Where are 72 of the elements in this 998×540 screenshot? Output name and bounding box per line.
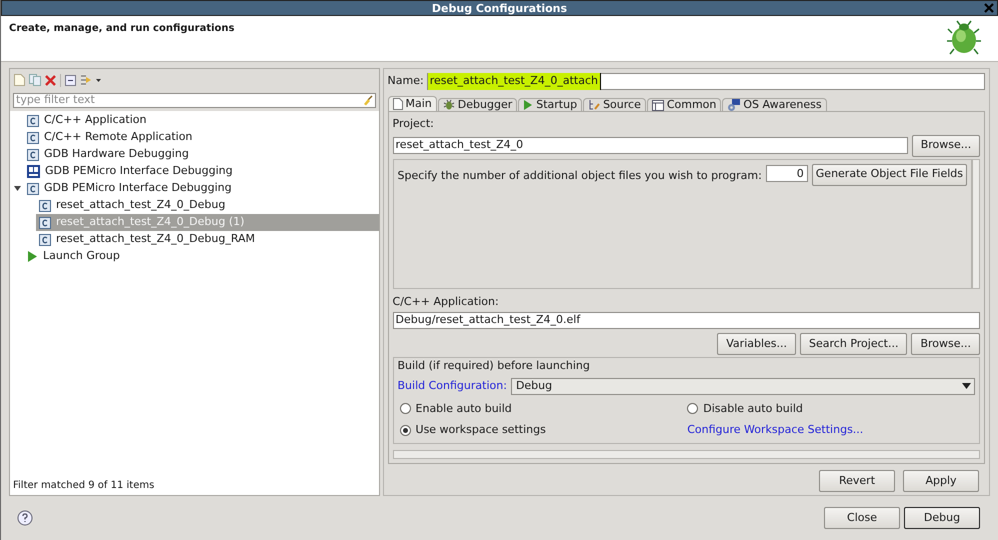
- horizontal-scrollbar[interactable]: [392, 450, 980, 458]
- radio-button[interactable]: [687, 403, 698, 414]
- dialog-button[interactable]: Close: [824, 507, 900, 529]
- header-title: Create, manage, and run configurations: [8, 22, 234, 36]
- c-file-icon: [27, 182, 39, 194]
- source-tree-icon: [588, 99, 600, 111]
- tree-item[interactable]: Launch Group: [24, 248, 120, 265]
- play-icon: [27, 251, 38, 262]
- window-icon: [652, 100, 664, 110]
- tree-item[interactable]: GDB PEMicro Interface Debugging: [24, 163, 233, 180]
- application-field[interactable]: Debug/reset_attach_test_Z4_0.elf: [392, 312, 980, 329]
- tab[interactable]: Main: [388, 96, 437, 111]
- radio-label: Use workspace settings: [416, 422, 546, 438]
- panel-button[interactable]: Apply: [903, 470, 979, 492]
- project-label: Project:: [392, 116, 435, 132]
- vertical-scrollbar[interactable]: [972, 158, 980, 288]
- panel-button[interactable]: Revert: [819, 470, 895, 492]
- document-icon: [392, 98, 403, 110]
- application-button[interactable]: Browse...: [911, 333, 980, 355]
- tab[interactable]: OS Awareness: [722, 98, 827, 111]
- c-file-icon: [27, 132, 39, 144]
- radio-button[interactable]: [400, 403, 411, 414]
- build-config-label: Build Configuration:: [398, 378, 507, 394]
- radio-button[interactable]: [400, 424, 411, 436]
- object-count-field[interactable]: 0: [766, 164, 808, 182]
- dropdown-caret-icon[interactable]: [96, 78, 101, 82]
- tree-item[interactable]: GDB Hardware Debugging: [24, 146, 189, 163]
- application-button[interactable]: Variables...: [717, 333, 796, 355]
- broom-icon[interactable]: [362, 95, 373, 106]
- filter-icon[interactable]: [80, 74, 92, 86]
- expand-arrow-icon[interactable]: [14, 185, 21, 192]
- radio-label: Disable auto build: [703, 400, 803, 416]
- delete-icon[interactable]: [45, 74, 56, 86]
- collapse-icon[interactable]: [65, 74, 76, 86]
- tab[interactable]: Source: [583, 98, 646, 111]
- os-gear-icon: [727, 98, 740, 112]
- tree-item[interactable]: C/C++ Application: [24, 112, 146, 129]
- close-icon[interactable]: [984, 3, 994, 13]
- tab[interactable]: Startup: [518, 98, 582, 111]
- name-label: Name:: [388, 73, 424, 90]
- tree-item[interactable]: reset_attach_test_Z4_0_Debug: [36, 197, 226, 214]
- filter-field[interactable]: type filter text: [13, 93, 376, 108]
- configure-workspace-link[interactable]: Configure Workspace Settings...: [687, 422, 975, 438]
- tree-item[interactable]: GDB PEMicro Interface Debugging: [24, 180, 232, 197]
- pe-logo-icon: [27, 165, 40, 178]
- name-field[interactable]: reset_attach_test_Z4_0_attach: [426, 73, 985, 90]
- name-value: reset_attach_test_Z4_0_attach: [428, 73, 601, 90]
- window-title: Debug Configurations: [432, 2, 568, 14]
- bug-icon: [442, 99, 455, 111]
- tree-item[interactable]: reset_attach_test_Z4_0_Debug_RAM: [36, 231, 256, 248]
- dropdown-caret-icon[interactable]: [962, 383, 971, 389]
- tab[interactable]: Debugger: [438, 98, 518, 111]
- c-file-icon: [39, 216, 51, 228]
- filter-status: Filter matched 9 of 11 items: [12, 479, 156, 493]
- c-file-icon: [39, 234, 51, 246]
- tree-item[interactable]: C/C++ Remote Application: [24, 129, 192, 146]
- generate-button[interactable]: Generate Object File Fields: [812, 164, 967, 186]
- help-icon[interactable]: [17, 510, 33, 526]
- browse-button[interactable]: Browse...: [912, 134, 980, 156]
- radio-label: Enable auto build: [416, 400, 512, 416]
- build-config-dropdown[interactable]: Debug: [510, 378, 975, 394]
- application-label: C/C++ Application:: [392, 294, 500, 310]
- application-button[interactable]: Search Project...: [800, 333, 908, 355]
- build-group-title: Build (if required) before launching: [398, 358, 591, 374]
- c-file-icon: [27, 114, 39, 126]
- dialog-button[interactable]: Debug: [904, 507, 980, 529]
- object-files-label: Specify the number of additional object files you wish to program:: [398, 168, 762, 184]
- tab[interactable]: Common: [646, 98, 722, 111]
- play-icon: [523, 100, 534, 110]
- c-file-icon: [27, 148, 39, 160]
- c-file-icon: [39, 200, 51, 212]
- project-field[interactable]: reset_attach_test_Z4_0: [392, 137, 908, 154]
